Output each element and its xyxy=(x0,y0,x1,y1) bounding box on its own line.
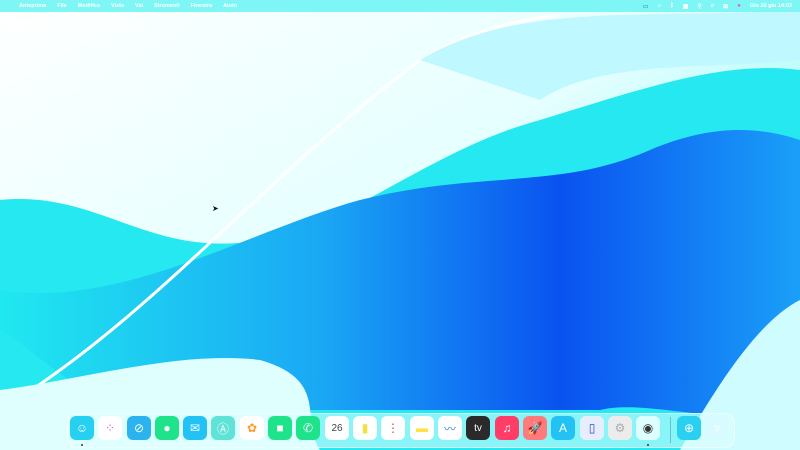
bluetooth-icon[interactable]: ᛒ xyxy=(670,3,674,9)
dock-app-contatti[interactable]: ▮ xyxy=(353,416,377,440)
app-icon: ☺ xyxy=(75,421,89,435)
dock-app-mail[interactable]: ✉ xyxy=(183,416,207,440)
dock-app-note[interactable]: ▬ xyxy=(410,416,434,440)
wifi-icon[interactable]: ⚲ xyxy=(697,3,701,10)
app-icon: ▮ xyxy=(361,421,369,435)
menu-strumenti[interactable]: Strumenti xyxy=(154,3,180,9)
app-icon: tv xyxy=(474,422,482,434)
widget-placeholder xyxy=(8,21,72,33)
menu-file[interactable]: File xyxy=(57,3,66,9)
app-icon: ✆ xyxy=(302,421,314,435)
app-icon: ♫ xyxy=(502,421,512,435)
dock-app-app-store[interactable]: A xyxy=(551,416,575,440)
app-icon: ● xyxy=(163,421,171,435)
clock[interactable]: Gio 26 giu 14:03 xyxy=(750,3,792,9)
app-icon: 26 xyxy=(331,422,343,434)
dock-app-telefono[interactable]: ✆ xyxy=(296,416,320,440)
app-icon: ▬ xyxy=(416,421,428,435)
app-icon: ✉ xyxy=(189,421,201,435)
app-icon: Ⓐ xyxy=(216,421,229,436)
dock-app-freeform[interactable]: 〰 xyxy=(438,416,462,440)
search-icon[interactable]: ⌕ xyxy=(711,3,714,10)
siri-icon[interactable]: ● xyxy=(737,3,741,9)
app-icon: ■ xyxy=(276,421,284,435)
dock-app-tv[interactable]: tv xyxy=(466,416,490,440)
app-icon: ⁘ xyxy=(104,421,116,435)
dock-app-cestino[interactable]: ▿ xyxy=(705,416,729,440)
dock-app-messaggi[interactable]: ● xyxy=(155,416,179,440)
dock-app-rocket[interactable]: 🚀 xyxy=(523,416,547,440)
app-icon: ⊘ xyxy=(133,421,145,435)
home-icon[interactable]: ⌂ xyxy=(657,3,661,9)
desktop-wallpaper xyxy=(0,0,800,450)
dock-app-foto[interactable]: ✿ xyxy=(240,416,264,440)
dock-app-facetime[interactable]: ■ xyxy=(268,416,292,440)
dock-app-iphone-mirroring[interactable]: ▯ xyxy=(580,416,604,440)
app-icon: ◉ xyxy=(642,421,654,435)
battery-icon[interactable]: ▣ xyxy=(683,3,689,10)
menu-modifica[interactable]: Modifica xyxy=(78,3,100,9)
dock-app-mappe[interactable]: Ⓐ xyxy=(211,416,235,440)
dock-app-musica[interactable]: ♫ xyxy=(495,416,519,440)
app-icon: ▿ xyxy=(713,421,721,435)
display-icon[interactable]: ▭ xyxy=(643,3,649,10)
dock-app-launchpad[interactable]: ⁘ xyxy=(98,416,122,440)
menu-vista[interactable]: Vista xyxy=(111,3,124,9)
menu-bar: Anteprima File Modifica Vista Vai Strume… xyxy=(0,0,800,12)
dock-app-finder[interactable]: ☺ xyxy=(70,416,94,440)
app-icon: ✿ xyxy=(246,421,258,435)
menu-vai[interactable]: Vai xyxy=(135,3,143,9)
dock-app-calendario[interactable]: 26 xyxy=(325,416,349,440)
running-indicator xyxy=(81,444,83,446)
menu-app-name[interactable]: Anteprima xyxy=(19,3,46,9)
app-icon: 〰 xyxy=(443,421,456,436)
app-icon: ⋮ xyxy=(387,421,399,435)
dock-app-promemoria[interactable]: ⋮ xyxy=(381,416,405,440)
dock-separator xyxy=(670,417,671,443)
dock-app-impostazioni-di-sistema[interactable]: ⚙ xyxy=(608,416,632,440)
app-icon: ▯ xyxy=(588,421,596,435)
dock-app-download[interactable]: ⊕ xyxy=(677,416,701,440)
app-icon: 🚀 xyxy=(527,421,543,435)
app-icon: ⊕ xyxy=(683,421,695,435)
menu-aiuto[interactable]: Aiuto xyxy=(223,3,237,9)
running-indicator xyxy=(647,444,649,446)
dock-app-safari[interactable]: ⊘ xyxy=(127,416,151,440)
dock-app-anteprima[interactable]: ◉ xyxy=(636,416,660,440)
control-center-icon[interactable]: ⊞ xyxy=(723,3,728,10)
mouse-pointer-icon: ➤ xyxy=(212,204,219,213)
menu-finestra[interactable]: Finestra xyxy=(191,3,212,9)
widget-placeholder xyxy=(84,21,148,33)
app-icon: A xyxy=(558,421,567,435)
app-icon: ⚙ xyxy=(614,421,626,435)
